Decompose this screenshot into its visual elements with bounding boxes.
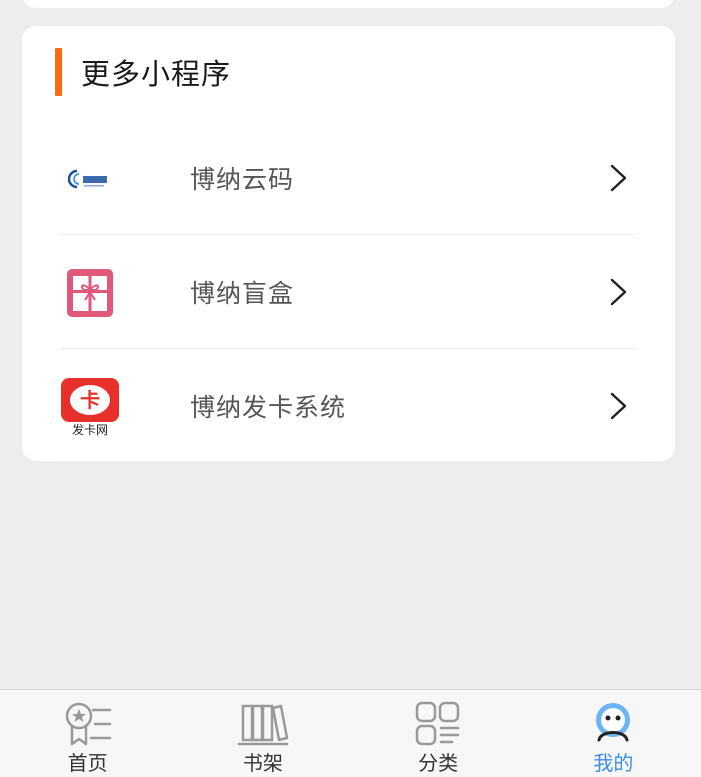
logo-sub-text: 发卡网: [71, 422, 108, 437]
list-item-blind-box[interactable]: 博纳盲盒: [60, 235, 637, 349]
list-item-card-issuing[interactable]: 卡 发卡网 博纳发卡系统: [60, 349, 637, 463]
tab-home[interactable]: 首页: [0, 690, 175, 777]
chevron-right-icon: [610, 392, 627, 420]
tab-label: 书架: [242, 751, 283, 775]
tab-profile[interactable]: 我的: [526, 690, 701, 777]
chevron-right-icon: [610, 164, 627, 192]
mini-program-list: 博纳云码 博纳盲盒 卡 发卡网 博纳发卡系统: [22, 121, 675, 463]
list-item-yunma[interactable]: 博纳云码: [60, 121, 637, 235]
tab-label: 我的: [593, 751, 634, 775]
logo-main-char: 卡: [80, 387, 100, 412]
bottom-tab-bar: 首页 书架 分类 我的: [0, 689, 701, 777]
mini-programs-page: 更多小程序 博纳云码 博纳盲盒 卡 发卡网 博纳发卡系统 首页 书架 分类 我的: [0, 0, 701, 777]
list-item-label: 博纳发卡系统: [190, 393, 347, 422]
tab-bookshelf[interactable]: 书架: [175, 690, 350, 777]
list-item-label: 博纳盲盒: [190, 279, 295, 308]
list-item-label: 博纳云码: [190, 165, 295, 194]
tab-label: 首页: [67, 751, 108, 775]
category-grid-icon: [415, 701, 460, 746]
profile-face-icon: [596, 703, 631, 742]
fakawang-logo-icon: 卡 发卡网: [60, 377, 120, 437]
gift-box-icon: [60, 263, 120, 323]
yunma-logo-icon: [60, 149, 120, 209]
section-title: 更多小程序: [81, 57, 232, 91]
home-award-icon: [65, 702, 111, 746]
tab-category[interactable]: 分类: [351, 690, 526, 777]
previous-card: [22, 0, 675, 8]
bookshelf-icon: [237, 704, 289, 746]
tab-label: 分类: [418, 751, 459, 775]
chevron-right-icon: [610, 278, 627, 306]
section-header: 更多小程序: [55, 48, 231, 96]
section-accent-bar: [55, 48, 62, 96]
more-mini-programs-card: 更多小程序 博纳云码 博纳盲盒 卡 发卡网 博纳发卡系统: [22, 26, 675, 463]
